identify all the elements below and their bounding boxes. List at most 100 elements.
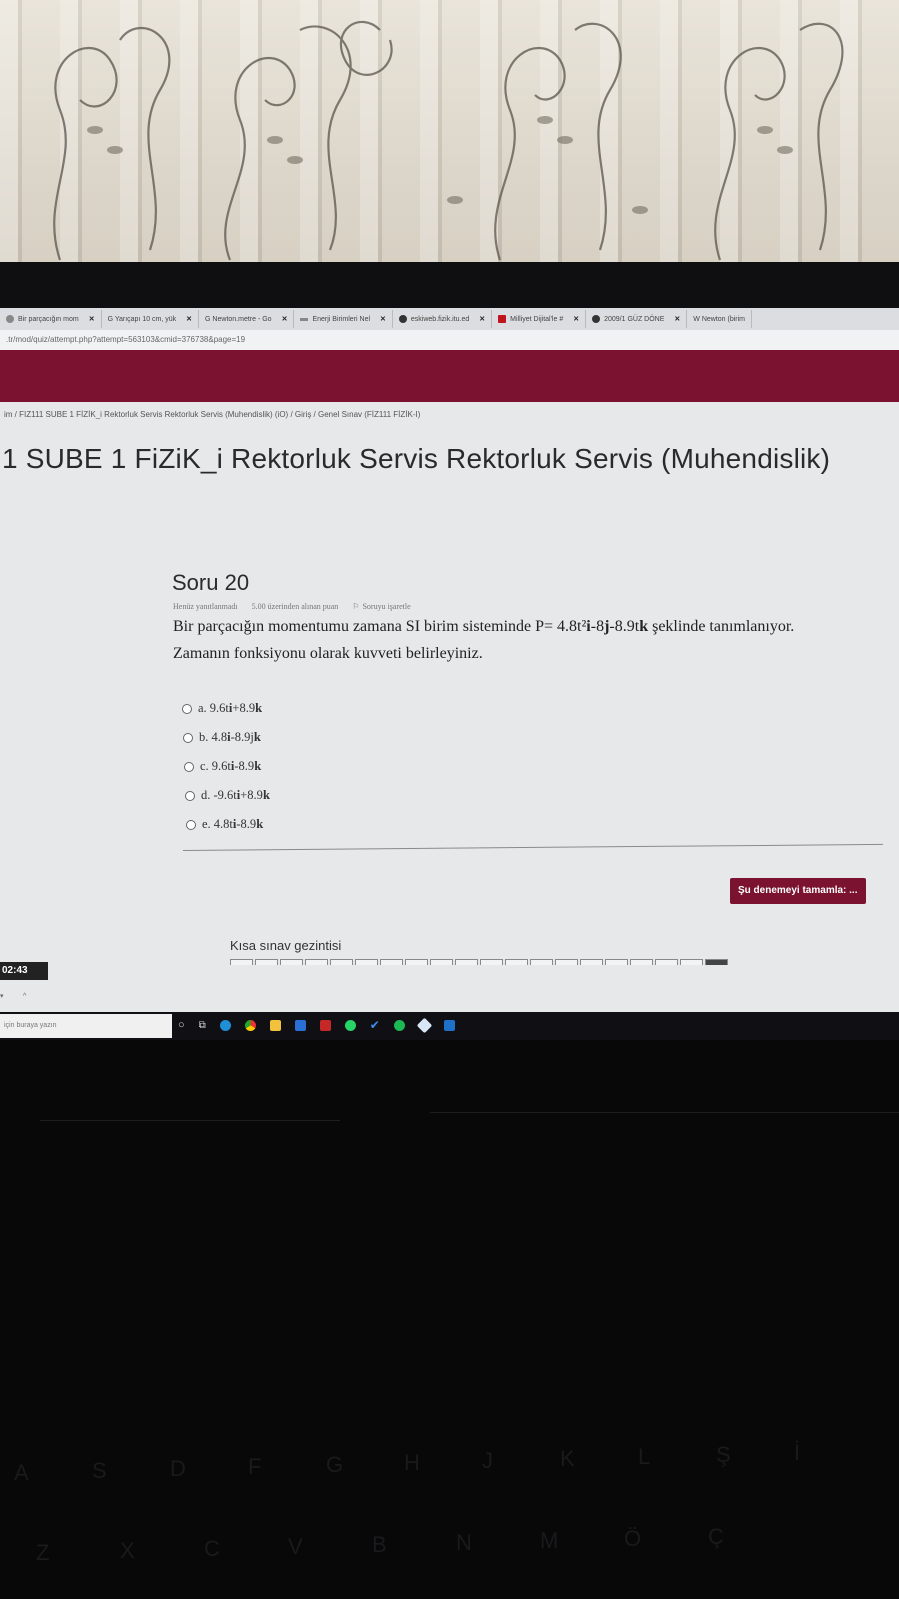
browser-tab[interactable]: eskiweb.fizik.itu.ed ✕ — [393, 310, 493, 328]
quiz-nav-button[interactable] — [680, 959, 703, 965]
keyboard-key: D — [170, 1456, 186, 1481]
question-text: Bir parçacığın momentumu zamana SI birim… — [173, 618, 795, 662]
radio-button[interactable] — [184, 761, 194, 772]
keyboard-key: C — [204, 1536, 220, 1561]
curtain-pattern — [53, 20, 844, 261]
quiz-nav-button[interactable] — [705, 959, 728, 965]
browser-tab[interactable]: G Yarıçapı 10 cm, yük ✕ — [102, 310, 200, 328]
keyboard-key: Z — [36, 1540, 50, 1565]
quiz-nav-button[interactable] — [455, 959, 478, 965]
answer-option-d[interactable]: d. -9.6t i +8.9 k — [185, 781, 270, 810]
radio-button[interactable] — [185, 790, 195, 801]
curtain-background — [0, 0, 899, 268]
keyboard-key: Ö — [624, 1526, 642, 1551]
keyboard-key: X — [120, 1538, 135, 1563]
answer-option-c[interactable]: c. 9.6t i -8.9 k — [184, 752, 270, 781]
keyboard-key: K — [560, 1446, 575, 1471]
quiz-nav-button[interactable] — [330, 959, 353, 965]
close-tab-icon[interactable]: ✕ — [573, 315, 579, 323]
globe-icon — [592, 315, 601, 323]
taskbar-search-input[interactable]: için buraya yazın — [0, 1014, 172, 1038]
quiz-navigation — [230, 959, 728, 965]
divider — [40, 1120, 340, 1121]
laptop-screen: Bir parçacığın mom ✕ G Yarıçapı 10 cm, yü… — [0, 308, 899, 1040]
browser-tab[interactable]: G Newton.metre - Go ✕ — [199, 310, 295, 328]
timer-toggle[interactable]: ▾ ^ — [0, 992, 26, 1000]
quiz-nav-button[interactable] — [255, 959, 278, 965]
quiz-nav-button[interactable] — [355, 959, 378, 965]
quiz-nav-button[interactable] — [305, 959, 328, 965]
keyboard-key: L — [638, 1444, 651, 1469]
quiz-nav-button[interactable] — [280, 959, 303, 965]
radio-button[interactable] — [183, 732, 193, 743]
divider — [183, 843, 883, 851]
answer-option-a[interactable]: a. 9.6t i +8.9 k — [182, 694, 270, 723]
question-heading: Soru 20 — [172, 570, 250, 595]
vscode-icon[interactable] — [443, 1019, 455, 1031]
keyboard-key: M — [540, 1528, 559, 1553]
laptop-bezel — [0, 262, 899, 310]
quiz-nav-button[interactable] — [605, 959, 628, 965]
quiz-nav-button[interactable] — [530, 959, 553, 965]
browser-tab[interactable]: W Newton (birim — [687, 310, 753, 328]
answer-options: a. 9.6t i +8.9 k b. 4.8 i -8.9j k c. 9.6t i -8.9… — [182, 694, 270, 839]
quiz-nav-button[interactable] — [430, 959, 453, 965]
keyboard-key: N — [456, 1530, 472, 1555]
store-icon[interactable] — [319, 1019, 331, 1031]
app-icon[interactable] — [416, 1017, 433, 1033]
address-bar[interactable]: .tr/mod/quiz/attempt.php?attempt=563103&… — [0, 330, 899, 351]
laptop-keyboard: A S D F G H J K L Ş İ Z X C V B N M Ö Ç — [0, 1040, 899, 1599]
radio-button[interactable] — [182, 703, 192, 714]
edge-icon[interactable] — [219, 1019, 231, 1031]
spotify-icon[interactable] — [393, 1019, 405, 1031]
page-title: 1 SUBE 1 FiZiK_i Rektorluk Servis Rektor… — [2, 443, 831, 474]
question-info: Henüz yanıtlanmadı 5.00 üzerinden alınan… — [173, 602, 411, 611]
finish-attempt-button[interactable]: Şu denemeyi tamamla: ... — [730, 878, 866, 904]
browser-tab[interactable]: Enerji Birimleri Nel ✕ — [294, 310, 393, 328]
browser-tab[interactable]: Bir parçacığın mom ✕ — [0, 310, 102, 328]
breadcrumb[interactable]: im / FIZ111 SUBE 1 FİZİK_i Rektorluk Ser… — [0, 410, 899, 424]
question-status: Henüz yanıtlanmadı — [173, 602, 238, 611]
quiz-nav-button[interactable] — [230, 959, 253, 965]
page-icon — [6, 315, 14, 323]
quiz-nav-button[interactable] — [480, 959, 503, 965]
keyboard-key: H — [404, 1450, 420, 1475]
task-view-icon[interactable]: ⧉ — [199, 1020, 206, 1031]
answer-option-e[interactable]: e. 4.8t i -8.9 k — [186, 810, 270, 839]
globe-icon — [398, 315, 407, 323]
close-tab-icon[interactable]: ✕ — [282, 315, 288, 323]
flag-question-button[interactable]: ⚐ Soruyu işaretle — [352, 602, 410, 611]
answer-option-b[interactable]: b. 4.8 i -8.9j k — [183, 723, 270, 752]
quiz-nav-button[interactable] — [405, 959, 428, 965]
whatsapp-icon[interactable] — [344, 1019, 356, 1031]
cortana-icon[interactable]: ○ — [178, 1019, 185, 1031]
question-points: 5.00 üzerinden alınan puan — [251, 602, 339, 611]
quiz-nav-button[interactable] — [630, 959, 653, 965]
taskbar: için buraya yazın ○ ⧉ ✔ — [0, 1012, 899, 1040]
radio-button[interactable] — [186, 819, 196, 830]
quiz-nav-button[interactable] — [505, 959, 528, 965]
close-tab-icon[interactable]: ✕ — [674, 315, 680, 323]
keyboard-key: V — [288, 1534, 303, 1559]
quiz-nav-button[interactable] — [580, 959, 603, 965]
quiz-nav-button[interactable] — [655, 959, 678, 965]
checkmark-icon[interactable]: ✔ — [370, 1018, 380, 1032]
browser-tab[interactable]: 2009/1 GÜZ DÖNE ✕ — [586, 310, 688, 328]
quiz-nav-button[interactable] — [555, 959, 578, 965]
flag-icon: ⚐ — [352, 602, 360, 611]
file-explorer-icon[interactable] — [269, 1019, 281, 1031]
keyboard-key: J — [482, 1448, 493, 1473]
page-icon — [300, 317, 309, 321]
browser-tab[interactable]: Milliyet Dijital'le # ✕ — [492, 310, 587, 328]
quiz-timer: 02:43 — [0, 962, 48, 980]
keyboard-key: B — [372, 1532, 387, 1557]
close-tab-icon[interactable]: ✕ — [89, 315, 95, 323]
keyboard-key: S — [92, 1458, 107, 1483]
close-tab-icon[interactable]: ✕ — [186, 315, 192, 323]
quiz-nav-button[interactable] — [380, 959, 403, 965]
close-tab-icon[interactable]: ✕ — [479, 315, 485, 323]
mail-icon[interactable] — [294, 1019, 306, 1031]
browser-tab-strip: Bir parçacığın mom ✕ G Yarıçapı 10 cm, yü… — [0, 308, 899, 330]
close-tab-icon[interactable]: ✕ — [380, 315, 386, 323]
chrome-icon[interactable] — [244, 1019, 256, 1031]
